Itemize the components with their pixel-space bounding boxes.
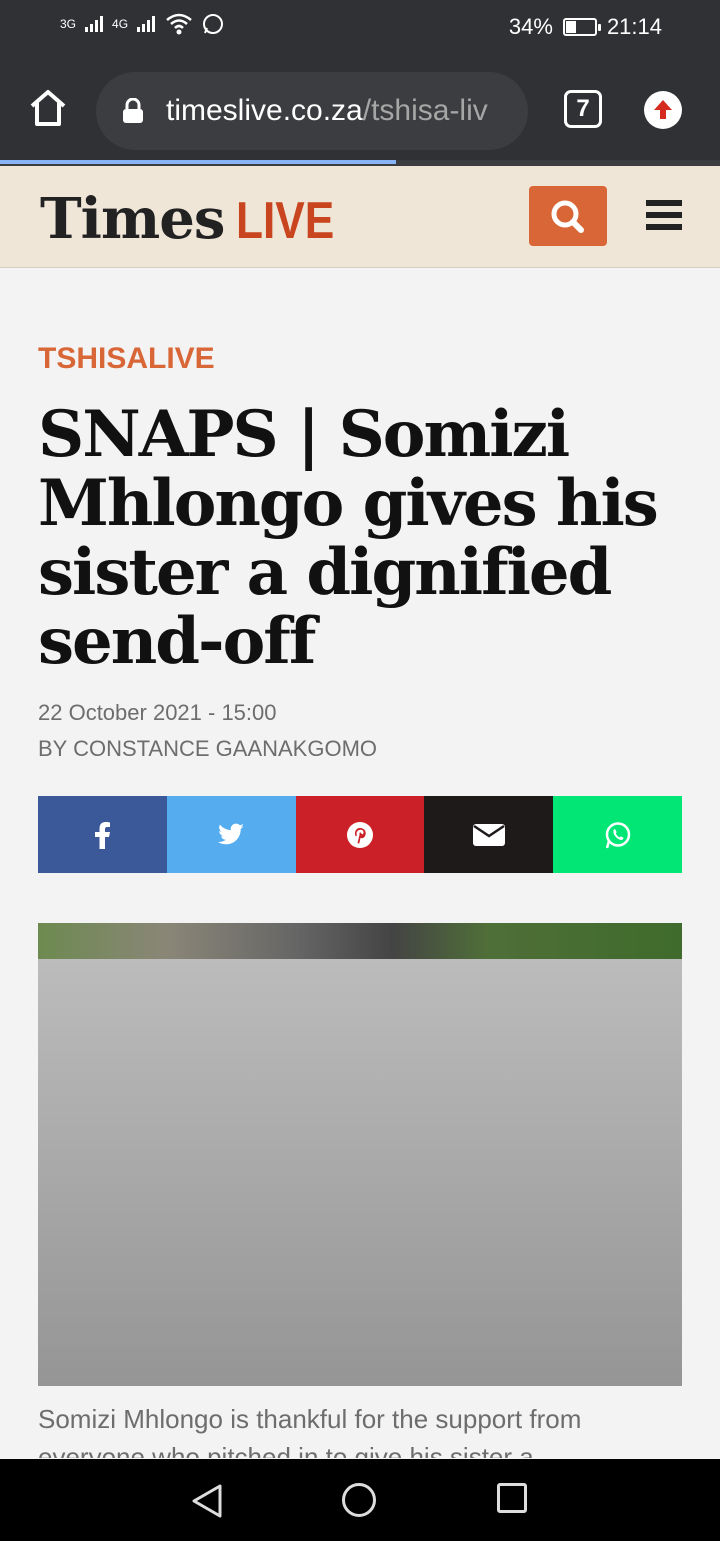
update-button[interactable] — [644, 91, 682, 129]
battery-level — [565, 21, 577, 33]
url-path: /tshisa-liv — [362, 94, 488, 127]
home-button[interactable] — [26, 86, 70, 130]
tabs-count: 7 — [576, 95, 590, 122]
image-caption: Somizi Mhlongo is thankful for the suppo… — [38, 1404, 582, 1458]
logo-live: LIVE — [236, 192, 335, 250]
url-domain: timeslive.co.za — [166, 94, 363, 127]
whatsapp-notification-icon — [203, 14, 224, 34]
section-label[interactable]: TSHISALIVE — [38, 342, 215, 376]
signal-4g-label: 4G — [112, 17, 129, 31]
whatsapp-icon — [605, 821, 630, 848]
facebook-icon — [95, 821, 111, 849]
hero-photo-strip — [38, 923, 682, 959]
article-byline[interactable]: BY CONSTANCE GAANAKGOMO — [38, 736, 377, 762]
menu-line — [646, 224, 682, 230]
pinterest-icon — [346, 821, 373, 848]
status-icons: 3G 4G — [60, 12, 224, 36]
battery-percent: 34% — [508, 14, 553, 39]
battery-icon — [562, 18, 601, 36]
site-header: Times LIVE — [0, 166, 720, 268]
home-icon — [30, 90, 66, 126]
share-pinterest-button[interactable] — [295, 796, 425, 873]
envelope-icon — [472, 823, 505, 846]
site-logo[interactable]: Times LIVE — [40, 186, 352, 252]
browser-toolbar: timeslive.co.za/tshisa-liv 7 — [0, 56, 720, 162]
article-date: 22 October 2021 - 15:00 — [38, 700, 277, 725]
clock: 21:14 — [606, 14, 662, 39]
share-whatsapp-button[interactable] — [553, 796, 682, 873]
url-text: timeslive.co.za/tshisa-liv — [166, 94, 488, 128]
menu-line — [646, 200, 682, 206]
recents-icon[interactable] — [497, 1483, 527, 1513]
tabs-button[interactable]: 7 — [564, 90, 602, 128]
progress-fill — [0, 160, 396, 164]
lock-icon — [123, 98, 143, 123]
signal-bars-icon — [137, 16, 156, 32]
search-button[interactable] — [529, 186, 607, 246]
back-icon[interactable] — [190, 1483, 224, 1519]
menu-button[interactable] — [646, 200, 682, 230]
article-hero-image[interactable] — [38, 923, 682, 1386]
share-buttons — [38, 796, 682, 873]
home-nav-icon[interactable] — [342, 1483, 376, 1517]
share-facebook-button[interactable] — [38, 796, 167, 873]
signal-bars-icon — [85, 16, 104, 32]
status-right: 34% 21:14 — [509, 14, 662, 40]
twitter-icon — [218, 823, 245, 844]
share-email-button[interactable] — [424, 796, 554, 873]
signal-3g-label: 3G — [60, 17, 77, 31]
search-icon — [551, 200, 584, 233]
android-nav-bar — [0, 1459, 720, 1541]
address-bar[interactable]: timeslive.co.za/tshisa-liv — [96, 72, 528, 150]
logo-times: Times — [40, 186, 225, 252]
share-twitter-button[interactable] — [166, 796, 296, 873]
status-bar: 3G 4G 34% 21:14 — [0, 0, 720, 56]
wifi-icon — [166, 13, 192, 35]
article-headline: SNAPS | Somizi Mhlongo gives his sister … — [38, 397, 659, 679]
arrow-up-icon — [654, 100, 672, 119]
menu-line — [646, 212, 682, 218]
